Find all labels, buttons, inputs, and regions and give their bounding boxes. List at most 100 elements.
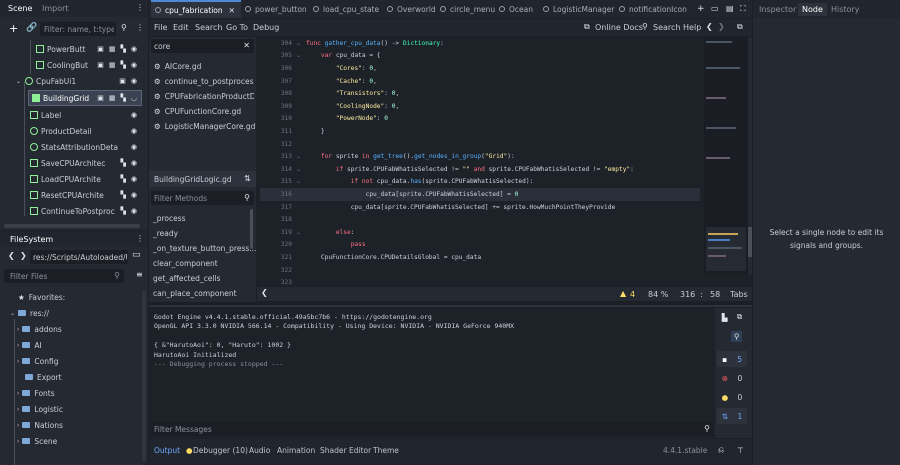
signal-icon[interactable]: ▚ — [121, 159, 126, 167]
pin-panel-icon[interactable]: ⊤ — [737, 443, 744, 457]
folder-row-nations[interactable]: › Nations — [0, 417, 142, 433]
script-filter-input[interactable]: core ✕ — [151, 39, 254, 53]
signal-icon[interactable]: ▚ — [121, 191, 126, 199]
scene-node-buildinggrid[interactable]: BuildingGrid ▣ ▦ ▚ ◡ — [28, 90, 142, 106]
tab-audio[interactable]: Audio — [249, 443, 270, 457]
scene-tabs-menu-icon[interactable]: ▭ — [711, 5, 719, 13]
line-number-gutter[interactable]: 311 — [260, 128, 296, 135]
tab-node[interactable]: Node — [798, 3, 827, 16]
line-number-gutter[interactable]: 319 — [260, 229, 296, 236]
code-line[interactable]: 316 cpu_data[sprite.CPUFabWhatisSelected… — [260, 188, 700, 201]
folder-row-logistic[interactable]: › Logistic — [0, 401, 142, 417]
folder-row-config[interactable]: › Config — [0, 353, 142, 369]
chevron-right-icon[interactable]: › — [17, 406, 19, 413]
line-number-gutter[interactable]: 321 — [260, 254, 296, 261]
scene-node-productdetail[interactable]: ProductDetail ◉ — [0, 123, 142, 139]
fold-arrow-icon[interactable]: ⌄ — [296, 40, 306, 47]
method-item[interactable]: _process — [153, 214, 186, 223]
method-item[interactable]: can_place_component — [153, 289, 237, 298]
line-number-gutter[interactable]: 306 — [260, 65, 296, 72]
res-root-row[interactable]: ⌄ res:// — [0, 305, 142, 321]
online-docs-button[interactable]: Online Docs — [595, 23, 643, 32]
signal-icon[interactable]: ▚ — [121, 61, 126, 69]
scene-node-loadcpuarchite[interactable]: LoadCPUArchite ▚ ◉ — [0, 171, 142, 187]
sort-icon[interactable]: ≡ — [136, 271, 143, 279]
scene-menu-icon[interactable]: ⋮ — [136, 24, 144, 32]
chevron-right-icon[interactable]: ❯ — [718, 23, 725, 31]
line-number-gutter[interactable]: 305 — [260, 52, 296, 59]
code-line[interactable]: 310 "PowerNode": 0 — [260, 113, 700, 126]
menu-file[interactable]: File — [154, 23, 167, 32]
chevron-down-icon[interactable]: ⌄ — [16, 78, 21, 85]
folder-row-fonts[interactable]: › Fonts — [0, 385, 142, 401]
script-item-cpufunctioncore[interactable]: ⚙ CPUFunctionCore.gd — [149, 104, 254, 119]
chevron-right-icon[interactable]: › — [17, 326, 19, 333]
visibility-hidden-icon[interactable]: ◡ — [131, 94, 137, 102]
scroll-tabs-icon[interactable]: ▤ — [726, 5, 734, 13]
filter-errors-toggle[interactable]: ⊗ 0 — [717, 370, 747, 386]
method-item[interactable]: clear_component — [153, 259, 218, 268]
script-icon[interactable]: ▣ — [119, 77, 126, 85]
fold-arrow-icon[interactable]: ⌄ — [296, 178, 306, 185]
line-number-gutter[interactable]: 315 — [260, 178, 296, 185]
scene-tree-hscrollbar[interactable] — [4, 224, 140, 228]
scene-node-powerbutt[interactable]: PowerButt ▣ ▦ ▚ ◉ — [0, 41, 142, 57]
sort-icon[interactable]: ⇅ — [244, 175, 251, 183]
filter-files-input[interactable]: Filter Files ⚲ — [4, 269, 124, 283]
methods-scrollbar[interactable] — [250, 209, 253, 249]
scene-node-statsattribution[interactable]: StatsAttributionDeta ◉ — [0, 139, 142, 155]
visibility-icon[interactable]: ◉ — [131, 77, 137, 85]
visibility-icon[interactable]: ◉ — [131, 127, 137, 135]
float-window-icon[interactable]: ⧉ — [737, 23, 743, 31]
tab-circle-menu[interactable]: circle_menu — [440, 0, 495, 18]
scene-node-coolingbut[interactable]: CoolingBut ▣ ▦ ▚ ◉ — [0, 57, 142, 73]
tab-power-button[interactable]: power_button — [245, 0, 307, 18]
signal-icon[interactable]: ▚ — [121, 175, 126, 183]
dock-menu-icon[interactable]: ⋮ — [136, 235, 144, 243]
tab-scene[interactable]: Scene — [8, 4, 32, 13]
scene-filter-input[interactable]: Filter: name, t:type, g — [40, 22, 116, 36]
filter-info-toggle[interactable]: ⇅ 1 — [717, 408, 747, 424]
visibility-icon[interactable]: ◉ — [131, 175, 137, 183]
fold-arrow-icon[interactable]: ⌄ — [296, 166, 306, 173]
scene-node-savecpuarchitec[interactable]: SaveCPUArchitec ▚ ◉ — [0, 155, 142, 171]
chevron-right-icon[interactable]: › — [17, 422, 19, 429]
signal-icon[interactable]: ▚ — [121, 207, 126, 215]
line-number-gutter[interactable]: 318 — [260, 216, 296, 223]
copy-icon[interactable]: ⧉ — [737, 312, 742, 322]
indent-mode[interactable]: Tabs — [730, 290, 748, 299]
clear-log-icon[interactable]: ▙ — [722, 313, 728, 322]
signal-icon[interactable]: ▚ — [121, 45, 126, 53]
scene-node-cpufabui1[interactable]: ⌄ CpuFabUi1 ▣ ◉ — [0, 73, 142, 89]
code-line[interactable]: 304 ⌄ func gather_cpu_data() -> Dictionary… — [260, 37, 700, 50]
menu-debug[interactable]: Debug — [253, 23, 279, 32]
code-line[interactable]: 321 CpuFunctionCore.CPUDetailsGlobal = c… — [260, 251, 700, 264]
script-item-aicore[interactable]: ⚙ AICore.gd — [149, 59, 254, 74]
tab-ocean[interactable]: Ocean — [499, 0, 533, 18]
signal-icon[interactable]: ▚ — [121, 94, 126, 102]
line-number-gutter[interactable]: 317 — [260, 204, 296, 211]
group-icon[interactable]: ▦ — [109, 61, 116, 69]
filter-options-icon[interactable]: ⚲ — [121, 24, 127, 32]
tab-history[interactable]: History — [831, 5, 859, 14]
code-line[interactable]: 319 ⌄ else: — [260, 226, 700, 239]
folder-row-ai[interactable]: › AI — [0, 337, 142, 353]
line-number-gutter[interactable]: 316 — [260, 191, 296, 198]
code-line[interactable]: 314 ⌄ if sprite.CPUFabWhatisSelected != "… — [260, 163, 700, 176]
line-number-gutter[interactable]: 312 — [260, 141, 296, 148]
script-icon[interactable]: ▣ — [97, 61, 104, 69]
line-number-gutter[interactable]: 310 — [260, 115, 296, 122]
chevron-right-icon[interactable]: › — [17, 358, 19, 365]
distraction-free-icon[interactable]: ⛶ — [740, 5, 746, 13]
close-icon[interactable]: ✕ — [229, 6, 235, 15]
tab-notification-icon[interactable]: notificationIcon — [619, 0, 687, 18]
code-line[interactable]: 311 } — [260, 125, 700, 138]
fold-arrow-icon[interactable]: ⌄ — [296, 153, 306, 160]
method-item[interactable]: _on_texture_button_press... — [153, 244, 256, 253]
script-item-continue[interactable]: ⚙continue_to_postprocessi... — [149, 74, 254, 89]
split-view-icon[interactable]: ▭ — [132, 251, 141, 260]
line-number-gutter[interactable]: 309 — [260, 103, 296, 110]
code-line[interactable]: 305 ⌄ var cpu_data = { — [260, 50, 700, 63]
tab-shader-editor[interactable]: Shader Editor — [320, 443, 371, 457]
tab-logistic-manager[interactable]: LogisticManager — [543, 0, 614, 18]
